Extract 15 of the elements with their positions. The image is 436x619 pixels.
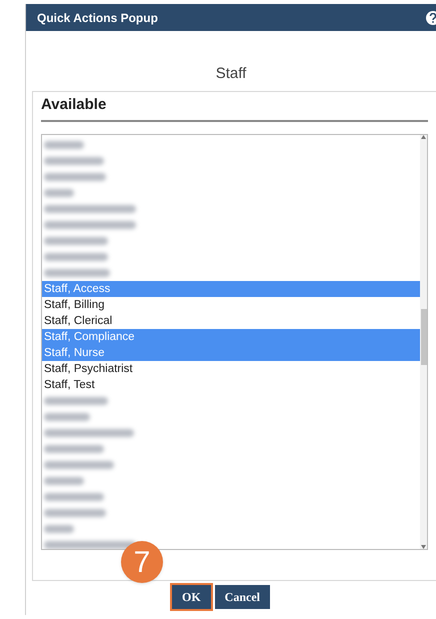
list-box[interactable]: Staff, Access Staff, Billing Staff, Clerical Staff, Compliance Staff, Nurse Staff, Psychiatrist Staff, Test <box>41 134 428 550</box>
help-icon[interactable] <box>426 10 436 24</box>
scrollbar[interactable] <box>420 135 427 549</box>
list-item[interactable]: Staff, Test <box>42 377 420 393</box>
scroll-down-icon[interactable] <box>421 545 426 549</box>
step-badge: 7 <box>121 541 163 583</box>
panel-title: Available <box>41 94 106 114</box>
list-item[interactable]: Staff, Billing <box>42 297 420 313</box>
scroll-up-icon[interactable] <box>421 135 426 139</box>
window-title: Quick Actions Popup <box>37 10 158 26</box>
list-item[interactable]: Staff, Psychiatrist <box>42 361 420 377</box>
dialog-button[interactable]: OK <box>172 585 211 609</box>
list-item[interactable]: Staff, Clerical <box>42 313 420 329</box>
dialog-button[interactable]: Cancel <box>214 585 270 609</box>
section-heading: Staff <box>216 64 246 84</box>
